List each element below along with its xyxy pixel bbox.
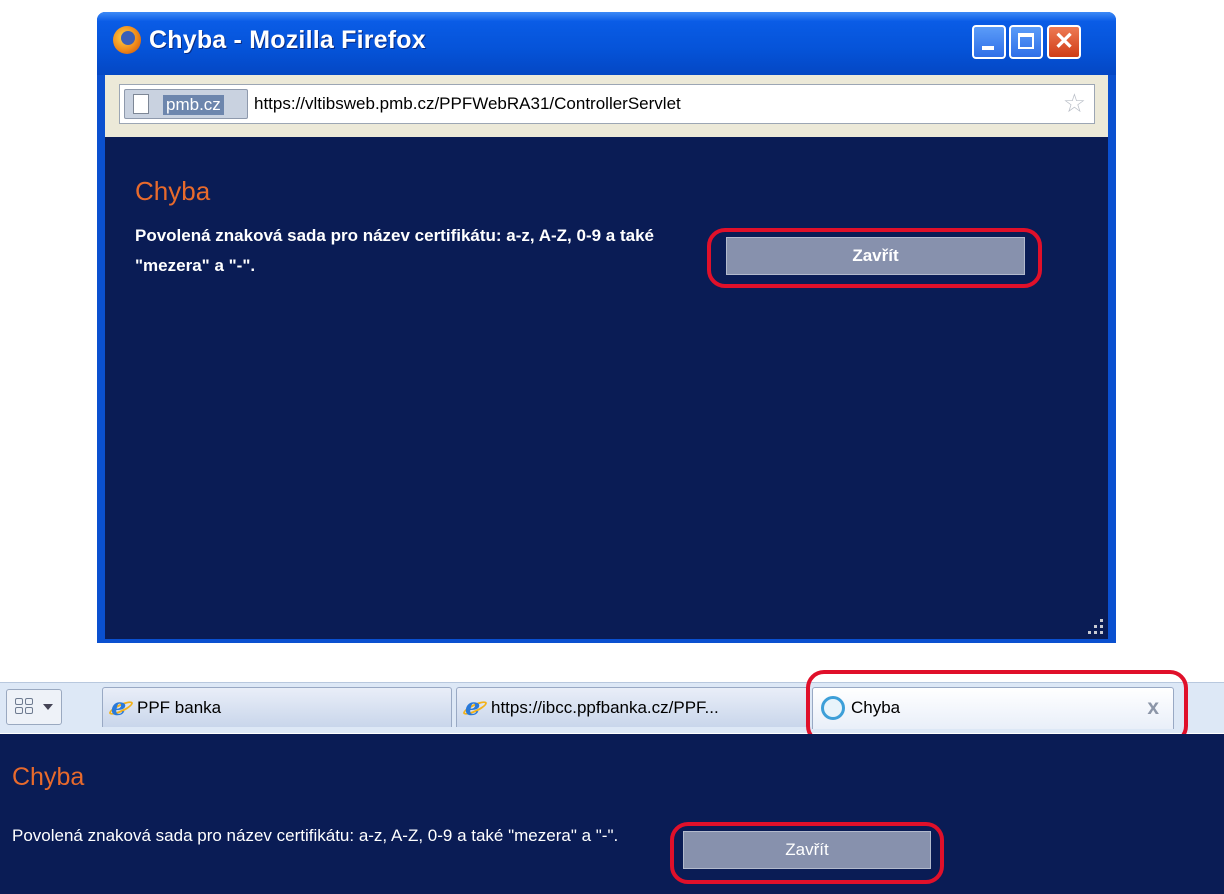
tab-ppf-banka[interactable]: e PPF banka: [102, 687, 452, 727]
highlight-popup-button: [707, 228, 1042, 288]
tab-label: https://ibcc.ppfbanka.cz/PPF...: [491, 698, 719, 717]
tab-ibcc[interactable]: e https://ibcc.ppfbanka.cz/PPF...: [456, 687, 810, 727]
firefox-popup-window: Chyba - Mozilla Firefox ✕ pmb.cz https:/…: [97, 12, 1116, 643]
maximize-icon: [1018, 33, 1034, 49]
url-field[interactable]: pmb.cz https://vltibsweb.pmb.cz/PPFWebRA…: [119, 84, 1095, 124]
quick-tabs-button[interactable]: [6, 689, 62, 725]
ie-icon: e: [107, 695, 135, 719]
close-window-button[interactable]: ✕: [1047, 25, 1081, 59]
minimize-button[interactable]: [972, 25, 1006, 59]
error-heading: Chyba: [12, 763, 85, 791]
firefox-logo-icon: [113, 26, 141, 54]
page-icon: [133, 94, 149, 114]
resize-grip-icon[interactable]: [1088, 619, 1104, 635]
tab-label: PPF banka: [137, 698, 222, 717]
ie-page-content: Chyba Povolená znaková sada pro název ce…: [0, 734, 1224, 894]
error-heading: Chyba: [135, 176, 211, 206]
popup-content: Chyba Povolená znaková sada pro název ce…: [105, 137, 1108, 639]
highlight-ie-button: [670, 822, 944, 884]
quick-tabs-icon: [15, 698, 35, 716]
address-bar-area: pmb.cz https://vltibsweb.pmb.cz/PPFWebRA…: [105, 75, 1108, 137]
error-message: Povolená znaková sada pro název certifik…: [12, 826, 619, 845]
ie-icon: e: [461, 695, 489, 719]
url-text: https://vltibsweb.pmb.cz/PPFWebRA31/Cont…: [254, 94, 681, 113]
maximize-button[interactable]: [1009, 25, 1043, 59]
bookmark-star-icon[interactable]: ☆: [1063, 89, 1086, 117]
title-bar[interactable]: Chyba - Mozilla Firefox ✕: [97, 12, 1116, 75]
site-identity-button[interactable]: pmb.cz: [124, 89, 248, 119]
window-title: Chyba - Mozilla Firefox: [149, 26, 426, 54]
close-icon: ✕: [1053, 28, 1075, 55]
minimize-icon: [982, 46, 994, 50]
error-message: Povolená znaková sada pro název certifik…: [135, 226, 654, 275]
site-identity-label: pmb.cz: [163, 95, 224, 115]
highlight-active-tab: [806, 670, 1188, 744]
chevron-down-icon[interactable]: [43, 704, 53, 710]
